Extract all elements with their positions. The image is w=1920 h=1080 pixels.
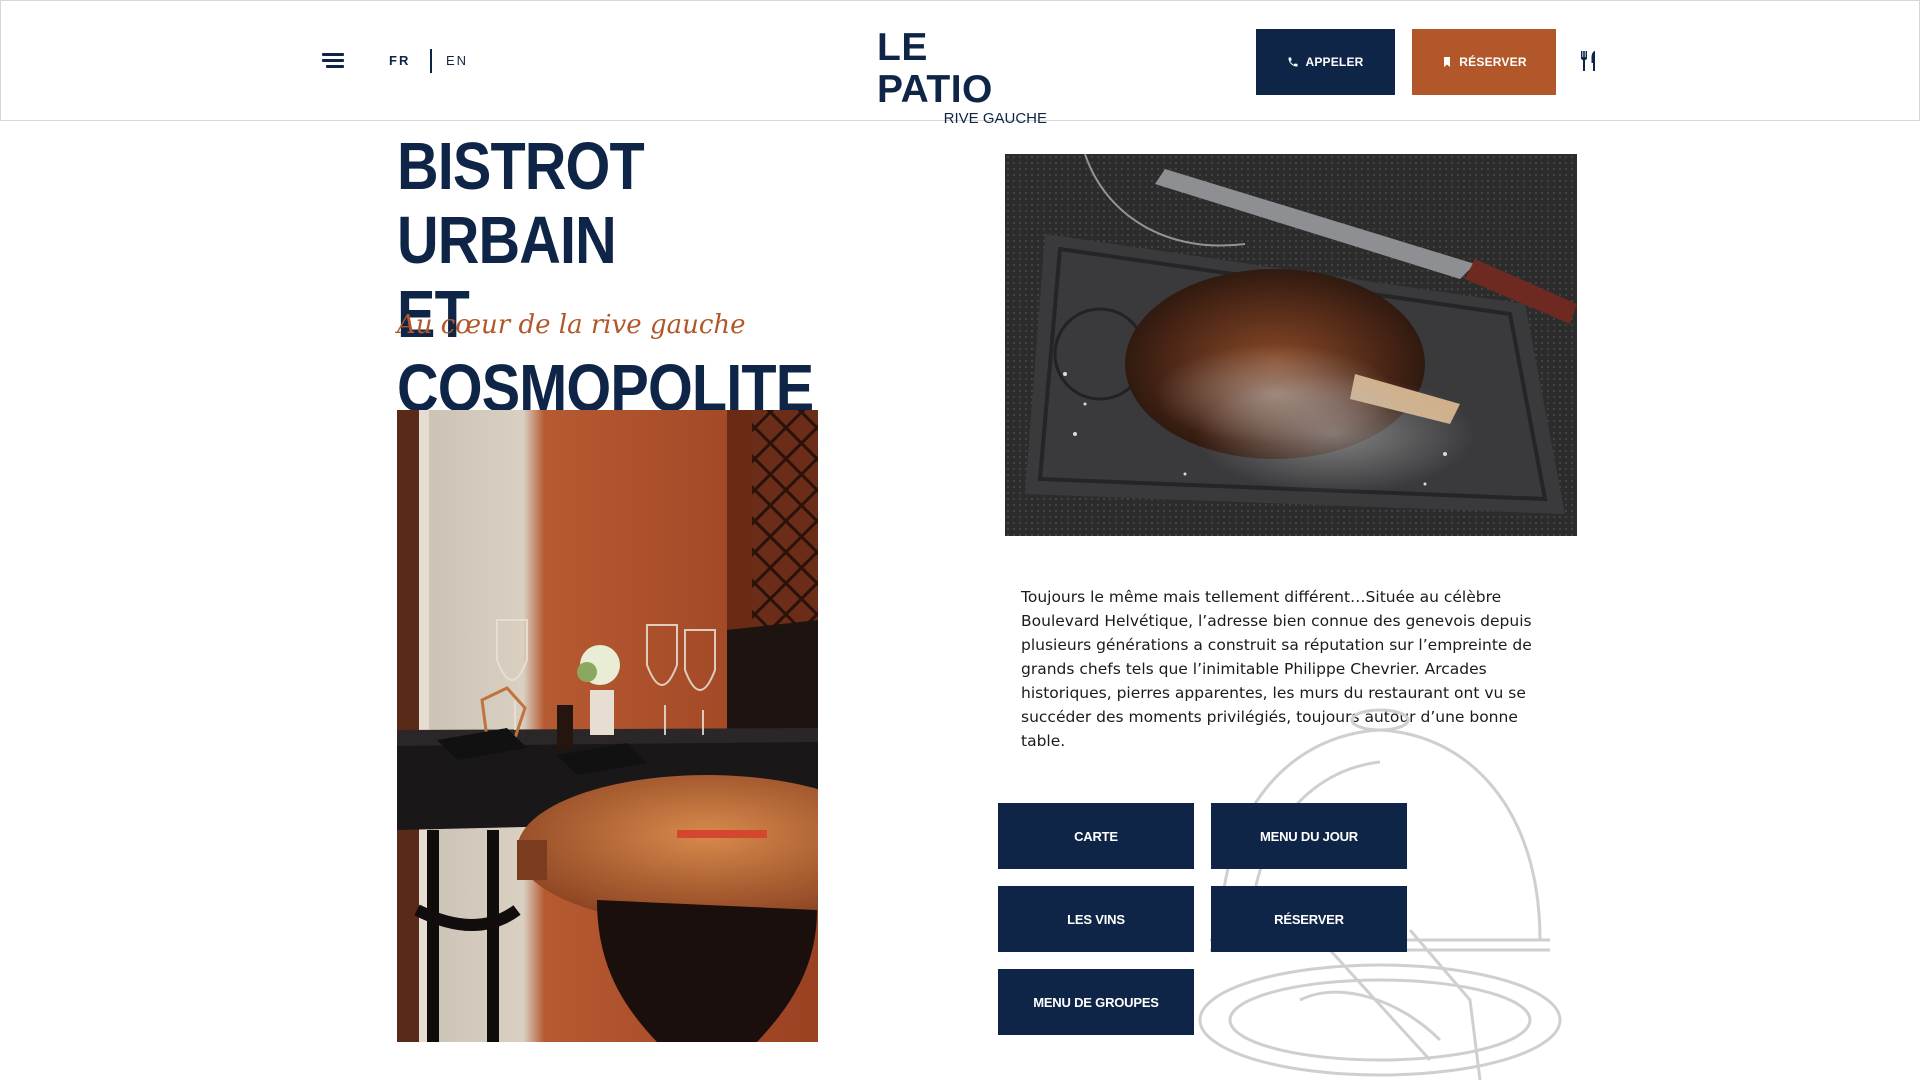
phone-icon	[1287, 56, 1299, 68]
headline-line-1: BISTROT URBAIN	[397, 129, 645, 278]
les-vins-button[interactable]: LES VINS	[998, 886, 1194, 952]
reserver-button[interactable]: RÉSERVER	[1211, 886, 1407, 952]
page-headline: BISTROT URBAIN ET COSMOPOLITE	[397, 129, 814, 426]
carte-button[interactable]: CARTE	[998, 803, 1194, 869]
call-button-label: APPELER	[1305, 55, 1364, 69]
reserve-button-label: RÉSERVER	[1459, 55, 1527, 69]
headline-line-2: ET COSMOPOLITE	[397, 277, 814, 426]
steak-dish-photo	[1005, 154, 1577, 536]
menu-de-groupes-button[interactable]: MENU DE GROUPES	[998, 969, 1194, 1035]
logo-subtitle: RIVE GAUCHE	[943, 110, 1047, 127]
call-button[interactable]: APPELER	[1256, 29, 1395, 95]
logo-title: LE PATIO	[877, 26, 993, 111]
site-header: FR EN LE PATIO RIVE GAUCHE APPELER RÉSER…	[0, 0, 1920, 127]
language-fr-link[interactable]: FR	[389, 53, 410, 68]
reserve-button[interactable]: RÉSERVER	[1412, 29, 1556, 95]
menu-icon[interactable]	[322, 53, 346, 71]
cutlery-icon[interactable]	[1579, 51, 1597, 71]
language-en-link[interactable]: EN	[446, 53, 468, 68]
menu-du-jour-button[interactable]: MENU DU JOUR	[1211, 803, 1407, 869]
bookmark-icon	[1441, 56, 1453, 68]
site-logo[interactable]: LE PATIO RIVE GAUCHE	[877, 27, 1047, 127]
language-divider	[430, 49, 432, 73]
tagline: Au cœur de la rive gauche	[397, 310, 746, 340]
restaurant-interior-photo	[397, 410, 818, 1042]
